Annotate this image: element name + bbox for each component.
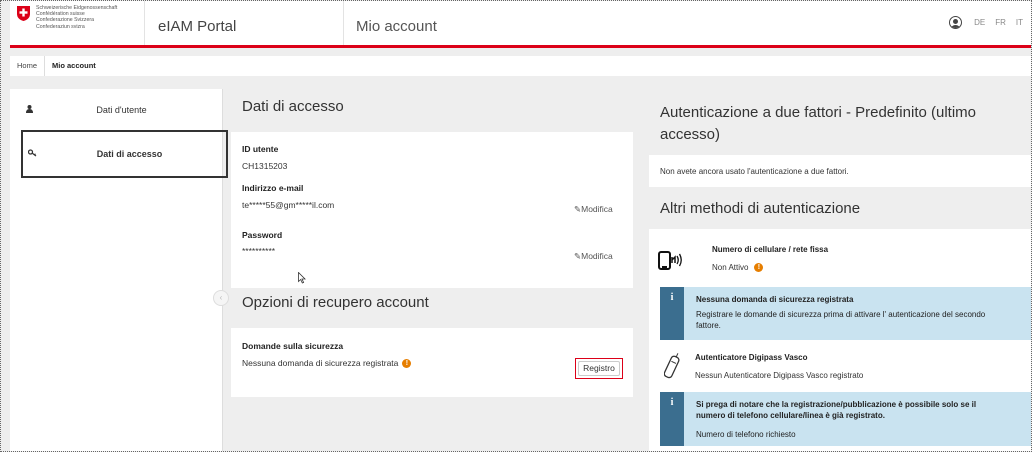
phone-method-label: Numero di cellulare / rete fissa: [712, 245, 829, 254]
warning-icon: !: [754, 263, 764, 273]
sidebar-item-access-data[interactable]: Dati di accesso: [21, 130, 228, 178]
breadcrumb-current: Mio account: [52, 61, 96, 70]
info-icon: i: [660, 287, 684, 340]
conf-line: Confederaziun svizra: [36, 23, 85, 30]
phone-status-value: Non Attivo: [712, 263, 749, 272]
modify-password-link[interactable]: ✎Modifica: [574, 251, 613, 262]
mouse-cursor-icon: [298, 271, 306, 289]
two-factor-title: Autenticazione a due fattori - Predefini…: [660, 102, 1030, 146]
digipass-token-icon: [663, 351, 680, 386]
digipass-status: Nessun Autenticatore Digipass Vasco regi…: [695, 371, 864, 380]
password-label: Password: [242, 230, 283, 240]
info-line: Si prega di notare che la registrazione/…: [696, 400, 977, 409]
info-box-security-questions: i Nessuna domanda di sicurezza registrat…: [660, 287, 1031, 340]
info-text: Numero di telefono richiesto: [696, 430, 796, 439]
recovery-title: Opzioni di recupero account: [242, 294, 429, 311]
password-value: **********: [242, 246, 276, 256]
swiss-cross-icon: [16, 5, 31, 22]
header-actions: DE FR IT: [949, 16, 1031, 29]
access-data-card: [231, 132, 633, 288]
portal-name[interactable]: eIAM Portal: [158, 18, 236, 35]
two-factor-status: Non avete ancora usato l'autenticazione …: [660, 167, 849, 176]
register-button[interactable]: Registro: [575, 358, 623, 379]
divider: [343, 1, 344, 45]
swiss-logo[interactable]: Schweizerische Eidgenossenschaft Confédé…: [16, 5, 117, 30]
lang-it[interactable]: IT: [1016, 18, 1023, 27]
lang-de[interactable]: DE: [974, 18, 985, 27]
sidebar-item-user-data[interactable]: Dati d'utente: [10, 89, 223, 130]
breadcrumb: Home Mio account: [10, 56, 1031, 76]
other-methods-title: Altri methodi di autenticazione: [660, 200, 861, 217]
lang-fr[interactable]: FR: [995, 18, 1006, 27]
account-icon[interactable]: [949, 16, 963, 29]
register-button-label: Registro: [583, 363, 615, 373]
collapse-sidebar-button[interactable]: ‹: [213, 290, 229, 306]
security-questions-label: Domande sulla sicurezza: [242, 341, 344, 351]
modify-label: Modifica: [581, 204, 613, 214]
breadcrumb-home[interactable]: Home: [10, 56, 46, 76]
info-box-phone-required: i Si prega di notare che la registrazion…: [660, 392, 1031, 446]
two-factor-title-line: Autenticazione a due fattori - Predefini…: [660, 104, 977, 121]
phone-method-status: Non Attivo!: [712, 263, 764, 273]
info-line: fattore.: [696, 321, 721, 330]
key-icon: [27, 149, 37, 159]
digipass-label: Autenticatore Digipass Vasco: [695, 353, 808, 362]
info-title: Nessuna domanda di sicurezza registrata: [696, 295, 854, 304]
warning-icon: !: [402, 359, 412, 369]
info-line: numero di telefono cellulare/linea è già…: [696, 411, 885, 420]
user-icon: [26, 104, 33, 115]
sidebar: Dati d'utente Dati di accesso: [10, 89, 228, 451]
info-title: Si prega di notare che la registrazione/…: [696, 399, 1026, 421]
two-factor-title-line: accesso): [660, 126, 721, 143]
security-questions-value: Nessuna domanda di sicurezza registrata: [242, 358, 399, 368]
user-id-label: ID utente: [242, 144, 279, 154]
divider: [144, 1, 145, 45]
confederation-text: Schweizerische Eidgenossenschaft Confédé…: [36, 5, 117, 30]
info-line: Registrare le domande di sicurezza prima…: [696, 310, 986, 319]
email-label: Indirizzo e-mail: [242, 183, 304, 193]
modify-label: Modifica: [581, 251, 613, 261]
browser-frame: Schweizerische Eidgenossenschaft Confédé…: [0, 0, 1032, 452]
sidebar-item-label: Dati di accesso: [96, 149, 163, 159]
info-icon: i: [660, 392, 684, 446]
phone-icon: [658, 247, 684, 278]
info-text: Registrare le domande di sicurezza prima…: [696, 309, 1026, 331]
page-title: Mio account: [356, 18, 437, 35]
security-questions-status: Nessuna domanda di sicurezza registrata!: [242, 358, 412, 369]
user-id-value: CH1315203: [242, 161, 288, 171]
header: Schweizerische Eidgenossenschaft Confédé…: [10, 1, 1031, 48]
access-data-title: Dati di accesso: [242, 98, 344, 115]
modify-email-link[interactable]: ✎Modifica: [574, 204, 613, 215]
email-value: te*****55@gm*****il.com: [242, 200, 335, 210]
sidebar-item-label: Dati d'utente: [96, 104, 147, 115]
